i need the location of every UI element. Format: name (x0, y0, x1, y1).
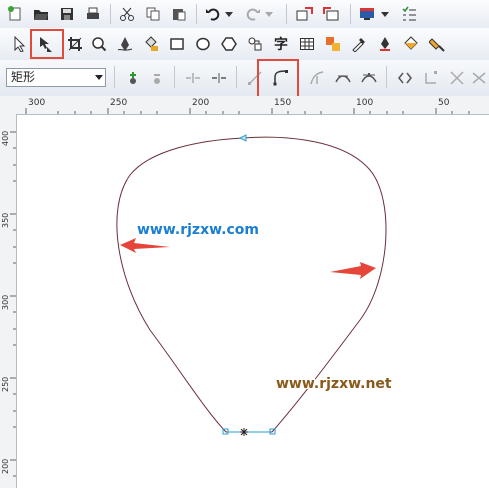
watermark-primary: www.rjzxw.com (137, 222, 259, 238)
table-tool-icon[interactable] (296, 33, 318, 55)
add-node-icon[interactable] (122, 67, 144, 89)
paste-icon[interactable] (168, 3, 190, 25)
toolbox-row: 字 (0, 28, 489, 61)
undo-icon[interactable] (202, 3, 224, 25)
vertical-ruler: 400 350 300 250 200 (0, 114, 17, 488)
open-folder-icon[interactable] (30, 3, 52, 25)
extend-curve-icon[interactable] (420, 67, 442, 89)
ruler-label: 400 (1, 130, 10, 146)
outline-pen-tool-icon[interactable] (374, 33, 396, 55)
symmetrical-node-icon[interactable] (358, 67, 380, 89)
fill-tool-icon[interactable] (400, 33, 422, 55)
save-icon[interactable] (56, 3, 78, 25)
ruler-label: 150 (274, 98, 292, 108)
zoom-tool-icon[interactable] (88, 33, 110, 55)
ruler-label: 300 (1, 294, 10, 310)
drawing-canvas[interactable] (17, 115, 489, 488)
smooth-node-icon[interactable] (332, 67, 354, 89)
ruler-label: 50 (438, 98, 450, 108)
standard-toolbar (0, 0, 489, 29)
print-icon[interactable] (82, 3, 104, 25)
ruler-label: 100 (356, 98, 374, 108)
chevron-down-icon (95, 75, 103, 80)
pick-tool-icon[interactable] (8, 33, 30, 55)
break-curve-icon[interactable] (208, 67, 230, 89)
separator (110, 4, 111, 24)
separator (386, 66, 387, 88)
freehand-tool-icon[interactable] (114, 33, 136, 55)
cut-icon[interactable] (116, 3, 138, 25)
ruler-label: 250 (1, 376, 10, 392)
eyedropper-tool-icon[interactable] (348, 33, 370, 55)
polygon-tool-icon[interactable] (218, 33, 240, 55)
shape-type-value: 矩形 (11, 70, 36, 84)
copy-icon[interactable] (142, 3, 164, 25)
options-list-icon[interactable] (398, 3, 420, 25)
basic-shapes-tool-icon[interactable] (244, 33, 266, 55)
shape-type-select[interactable]: 矩形 (6, 68, 106, 87)
separator (350, 4, 351, 24)
separator (286, 4, 287, 24)
separator (236, 66, 237, 88)
reflect-nodes-icon[interactable] (468, 67, 489, 89)
ruler-label: 250 (110, 98, 128, 108)
redo-dropdown-icon[interactable] (262, 3, 276, 25)
horizontal-ruler: 300 250 200 150 100 50 (0, 96, 489, 115)
join-nodes-icon[interactable] (182, 67, 204, 89)
rectangle-tool-icon[interactable] (166, 33, 188, 55)
watermark-secondary: www.rjzxw.net (276, 376, 392, 392)
import-icon[interactable] (294, 3, 316, 25)
extract-subpath-icon[interactable] (446, 67, 468, 89)
delete-node-icon[interactable] (146, 67, 168, 89)
application-launcher-icon[interactable] (356, 3, 378, 25)
redo-icon[interactable] (242, 3, 264, 25)
interactive-fill-tool-icon[interactable] (426, 33, 448, 55)
export-icon[interactable] (320, 3, 342, 25)
ruler-label: 300 (28, 98, 46, 108)
ellipse-tool-icon[interactable] (192, 33, 214, 55)
reverse-direction-icon[interactable] (394, 67, 416, 89)
smart-fill-tool-icon[interactable] (140, 33, 162, 55)
undo-dropdown-icon[interactable] (222, 3, 236, 25)
separator (174, 66, 175, 88)
ruler-label: 350 (1, 212, 10, 228)
text-tool-glyph: 字 (274, 37, 288, 53)
separator (114, 66, 115, 88)
cusp-node-icon[interactable] (306, 67, 328, 89)
interactive-blend-tool-icon[interactable] (322, 33, 344, 55)
text-tool-icon[interactable]: 字 (270, 33, 292, 55)
crop-tool-icon[interactable] (64, 33, 86, 55)
ruler-label: 200 (192, 98, 210, 108)
new-document-icon[interactable] (4, 3, 26, 25)
shape-tool-highlight (30, 29, 64, 59)
launcher-dropdown-icon[interactable] (378, 3, 392, 25)
ruler-label: 200 (1, 458, 10, 474)
convert-to-curve-highlight (257, 59, 299, 100)
separator (196, 4, 197, 24)
